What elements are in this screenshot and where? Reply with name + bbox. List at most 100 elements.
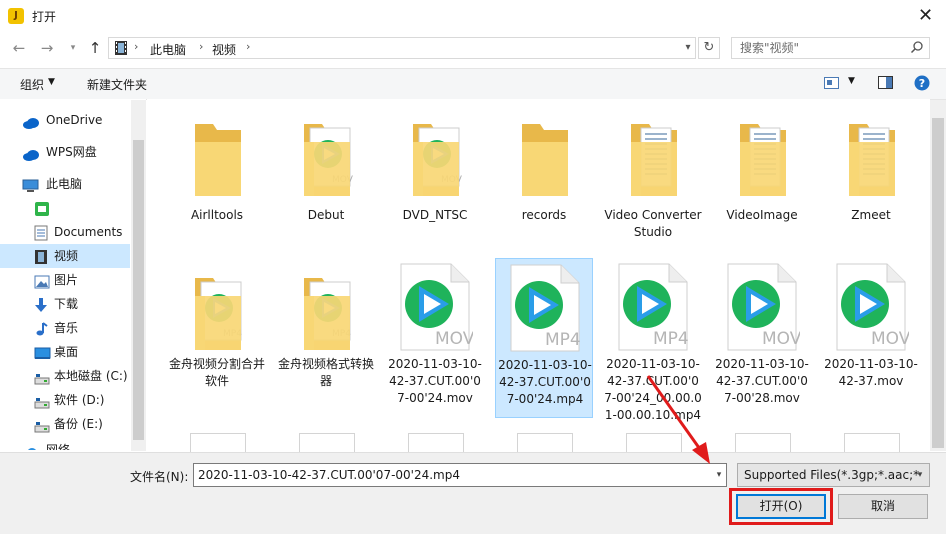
sidebar-item[interactable]: OneDrive — [0, 108, 130, 132]
nav-scrollbar-thumb[interactable] — [133, 140, 144, 440]
sidebar-item[interactable]: WPS网盘 — [0, 140, 130, 164]
document-icon — [34, 225, 50, 241]
video-file-icon: MP4 — [507, 263, 581, 352]
computer-icon — [22, 177, 39, 192]
file-item[interactable]: MOV 2020-11-03-10-42-37.mov — [822, 258, 920, 418]
svg-text:MOV: MOV — [435, 329, 473, 349]
svg-text:MOV: MOV — [762, 329, 800, 349]
folder-item[interactable]: MOV DVD_NTSC — [386, 104, 484, 264]
sidebar-item[interactable]: 此电脑 — [0, 172, 130, 196]
forward-arrow-icon[interactable]: → — [36, 38, 58, 58]
file-item[interactable] — [517, 433, 573, 452]
item-name: 金舟视频分割合并软件 — [168, 357, 265, 388]
sidebar-item[interactable]: 音乐 — [0, 316, 130, 340]
file-type-select[interactable]: Supported Files(*.3gp;*.aac;* — [737, 463, 930, 487]
file-item[interactable] — [190, 433, 246, 452]
svg-text:MP4: MP4 — [653, 329, 689, 349]
sidebar-item[interactable]: 软件 (D:) — [0, 388, 130, 412]
sidebar-item-label: 网络 — [46, 443, 71, 450]
video-file-icon: MP4 — [615, 262, 689, 351]
sidebar-item[interactable] — [0, 196, 130, 220]
open-button[interactable]: 打开(O) — [736, 494, 826, 519]
file-item[interactable] — [735, 433, 791, 452]
chevron-down-icon[interactable]: ▾ — [912, 465, 928, 485]
cloud-icon — [22, 145, 39, 161]
item-name: Debut — [307, 208, 345, 222]
file-item[interactable]: MOV 2020-11-03-10-42-37.CUT.00'07-00'24.m… — [386, 258, 484, 418]
preview-pane-icon[interactable] — [878, 76, 894, 90]
help-icon[interactable]: ? — [914, 75, 930, 91]
refresh-button[interactable]: ↻ — [698, 37, 720, 59]
search-input[interactable]: 搜索"视频" — [731, 37, 930, 59]
sidebar-item-label: 本地磁盘 (C:) — [54, 369, 128, 383]
file-item[interactable]: MOV 2020-11-03-10-42-37.CUT.00'07-00'28.m… — [713, 258, 811, 418]
file-item[interactable] — [299, 433, 355, 452]
drive-icon — [34, 417, 50, 433]
sidebar-item-label: 视频 — [54, 249, 79, 263]
item-name: 2020-11-03-10-42-37.CUT.00'07-00'24.mp4 — [498, 358, 592, 406]
folder-item[interactable]: Zmeet — [822, 104, 920, 264]
picture-icon — [34, 273, 50, 289]
sidebar-item-label: Documents — [54, 225, 123, 239]
chevron-down-icon[interactable]: ▾ — [680, 38, 696, 58]
search-icon[interactable] — [910, 40, 926, 56]
chevron-down-icon: ▼ — [48, 77, 55, 87]
folder-icon: MP4 — [183, 272, 253, 356]
sidebar-item-label: OneDrive — [46, 113, 103, 127]
network-icon — [24, 443, 40, 450]
file-item[interactable] — [408, 433, 464, 452]
item-name: Video Converter Studio — [604, 208, 702, 239]
file-item[interactable] — [844, 433, 900, 452]
item-name: records — [521, 208, 567, 222]
folder-icon: MOV — [292, 118, 362, 202]
filename-label: 文件名(N): — [130, 470, 189, 484]
sidebar-item[interactable]: 视频 — [0, 244, 130, 268]
address-bar[interactable] — [108, 37, 696, 59]
recent-dropdown-icon[interactable]: ▾ — [62, 38, 84, 58]
annotation-arrow — [646, 375, 710, 464]
organize-button[interactable]: 组织 — [20, 76, 44, 93]
view-options-icon[interactable] — [824, 77, 840, 90]
back-arrow-icon[interactable]: ← — [8, 38, 30, 58]
item-name: Zmeet — [851, 208, 891, 222]
folder-item[interactable]: MOV Debut — [277, 104, 375, 264]
sidebar-item[interactable]: 桌面 — [0, 340, 130, 364]
new-folder-button[interactable]: 新建文件夹 — [87, 76, 147, 93]
desktop-icon — [34, 345, 51, 359]
up-arrow-icon[interactable]: ↑ — [84, 38, 106, 58]
sidebar-item[interactable]: Documents — [0, 220, 130, 244]
sidebar-item[interactable]: 网络 — [0, 438, 130, 450]
item-name: DVD_NTSC — [402, 208, 468, 222]
folder-item[interactable]: MP4金舟视频分割合并软件 — [168, 258, 266, 418]
folder-item[interactable]: Video Converter Studio — [604, 104, 702, 264]
video-file-icon: MOV — [397, 262, 475, 351]
content-scrollbar-thumb[interactable] — [932, 118, 944, 448]
folder-item[interactable]: VideoImage — [713, 104, 811, 264]
sidebar-item-label: 备份 (E:) — [54, 417, 103, 431]
item-name: 2020-11-03-10-42-37.CUT.00'07-00'24.mov — [388, 357, 482, 405]
folder-icon — [728, 118, 798, 202]
window-title: 打开 — [32, 10, 57, 24]
cancel-button[interactable]: 取消 — [838, 494, 928, 519]
sidebar-item[interactable]: 本地磁盘 (C:) — [0, 364, 130, 388]
file-item[interactable]: MP4 2020-11-03-10-42-37.CUT.00'07-00'24.m… — [495, 258, 593, 418]
chevron-down-icon[interactable]: ▼ — [848, 76, 855, 86]
sidebar-item[interactable]: 备份 (E:) — [0, 412, 130, 436]
folder-item[interactable]: records — [495, 104, 593, 264]
breadcrumb-item[interactable]: 视频 — [212, 41, 236, 58]
item-name: 2020-11-03-10-42-37.CUT.00'07-00'28.mov — [715, 357, 809, 405]
close-button[interactable]: ✕ — [905, 0, 946, 32]
sidebar-item-label: 图片 — [54, 273, 79, 287]
sidebar-item[interactable]: 下载 — [0, 292, 130, 316]
svg-text:MOV: MOV — [871, 329, 909, 349]
folder-icon: MOV — [401, 118, 471, 202]
folder-item[interactable]: Airlltools — [168, 104, 266, 264]
sidebar-item-label: 音乐 — [54, 321, 79, 335]
sidebar-item[interactable]: 图片 — [0, 268, 130, 292]
music-icon — [34, 321, 50, 336]
sidebar-item-label: WPS网盘 — [46, 145, 97, 159]
breadcrumb-item[interactable]: 此电脑 — [150, 41, 186, 58]
folder-item[interactable]: MP4金舟视频格式转换器 — [277, 258, 375, 418]
folder-icon — [183, 118, 253, 202]
drive-icon — [34, 393, 50, 409]
